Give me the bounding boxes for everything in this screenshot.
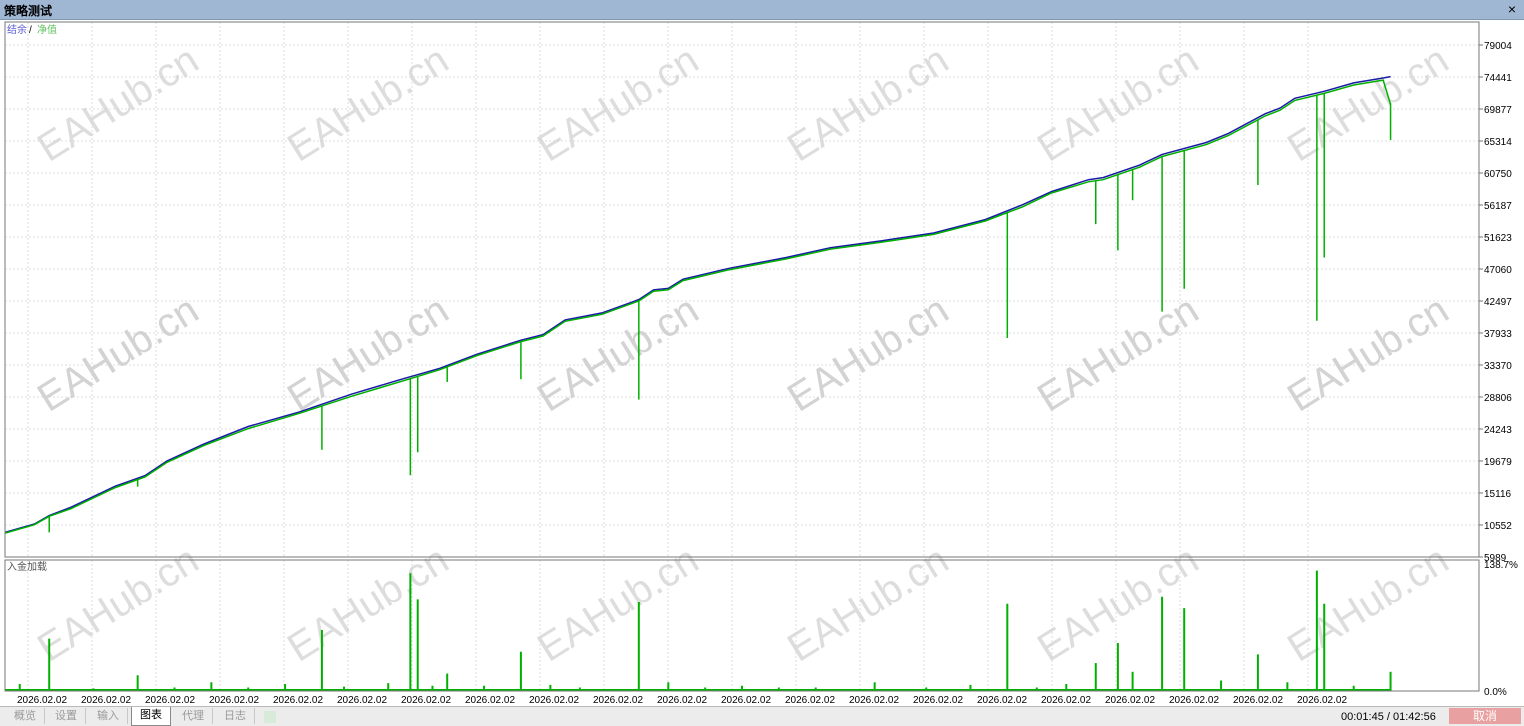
x-tick-label: 2026.02.02 <box>145 695 195 706</box>
x-tick-label: 2026.02.02 <box>1169 695 1219 706</box>
y-tick-label: 65314 <box>1484 137 1512 148</box>
axes: 79004 74441 69877 65314 60750 56187 51623 47060… <box>4 21 1518 706</box>
y-tick-label: 33370 <box>1484 361 1512 372</box>
window-title: 策略测试 <box>4 4 53 18</box>
y-tick-label: 51623 <box>1484 233 1512 244</box>
x-tick-label: 2026.02.02 <box>1233 695 1283 706</box>
cancel-button[interactable]: 取消 <box>1449 708 1521 724</box>
window-titlebar: 策略测试 × <box>0 0 1524 20</box>
x-tick-label: 2026.02.02 <box>81 695 131 706</box>
y-tick-label: 60750 <box>1484 169 1512 180</box>
close-icon[interactable]: × <box>1504 1 1520 17</box>
watermark-text: EAHub.cn <box>30 38 206 171</box>
legend-balance: 结余 <box>7 23 27 36</box>
watermark-text: EAHub.cn <box>1280 538 1456 671</box>
watermark-text: EAHub.cn <box>780 38 956 171</box>
watermark-text: EAHub.cn <box>780 288 956 421</box>
watermark-text: EAHub.cn <box>1030 288 1206 421</box>
lower-y-tick-label: 0.0% <box>1484 687 1507 698</box>
chart-canvas: EAHub.cn EAHub.cn EAHub.cn EAHub.cn EAHub.cn… <box>4 21 1518 706</box>
y-tick-label: 28806 <box>1484 393 1512 404</box>
tab-chart[interactable]: 图表 <box>131 707 171 726</box>
x-tick-label: 2026.02.02 <box>657 695 707 706</box>
x-tick-label: 2026.02.02 <box>1297 695 1347 706</box>
y-tick-label: 10552 <box>1484 521 1512 532</box>
y-tick-label: 74441 <box>1484 73 1512 84</box>
bottom-tab-bar: 概览 设置 输入 图表 代理 日志 00:01:45 / 01:42:56 取消 <box>0 706 1524 726</box>
x-tick-label: 2026.02.02 <box>209 695 259 706</box>
x-tick-label: 2026.02.02 <box>977 695 1027 706</box>
x-tick-label: 2026.02.02 <box>401 695 451 706</box>
x-tick-label: 2026.02.02 <box>529 695 579 706</box>
main-panel-frame <box>4 21 1480 558</box>
watermark-text: EAHub.cn <box>30 538 206 671</box>
legend-separator: / <box>29 25 32 36</box>
x-tick-label: 2026.02.02 <box>273 695 323 706</box>
x-tick-label: 2026.02.02 <box>721 695 771 706</box>
x-tick-label: 2026.02.02 <box>17 695 67 706</box>
watermark-text: EAHub.cn <box>30 288 206 421</box>
x-tick-label: 2026.02.02 <box>785 695 835 706</box>
y-tick-label: 42497 <box>1484 297 1512 308</box>
tab-overflow-indicator <box>264 711 276 723</box>
watermark-text: EAHub.cn <box>1280 288 1456 421</box>
y-tick-label: 15116 <box>1484 489 1512 500</box>
y-tick-label: 79004 <box>1484 41 1512 52</box>
x-tick-label: 2026.02.02 <box>849 695 899 706</box>
lower-y-tick-label: 138.7% <box>1484 560 1518 571</box>
x-tick-label: 2026.02.02 <box>1041 695 1091 706</box>
tab-journal[interactable]: 日志 <box>216 708 255 724</box>
y-tick-label: 37933 <box>1484 329 1512 340</box>
y-tick-label: 47060 <box>1484 265 1512 276</box>
watermark-text: EAHub.cn <box>530 538 706 671</box>
watermark-text: EAHub.cn <box>280 288 456 421</box>
tab-settings[interactable]: 设置 <box>47 708 86 724</box>
watermark-layer: EAHub.cn EAHub.cn EAHub.cn EAHub.cn EAHub.cn… <box>30 38 1456 671</box>
watermark-text: EAHub.cn <box>280 38 456 171</box>
watermark-text: EAHub.cn <box>780 538 956 671</box>
y-tick-label: 56187 <box>1484 201 1512 212</box>
chart-area: EAHub.cn EAHub.cn EAHub.cn EAHub.cn EAHub.cn… <box>0 20 1524 706</box>
tab-agents[interactable]: 代理 <box>174 708 213 724</box>
x-tick-label: 2026.02.02 <box>593 695 643 706</box>
x-tick-label: 2026.02.02 <box>465 695 515 706</box>
x-tick-label: 2026.02.02 <box>913 695 963 706</box>
y-tick-label: 19679 <box>1484 457 1512 468</box>
legend-equity: 净值 <box>37 23 57 36</box>
x-tick-label: 2026.02.02 <box>337 695 387 706</box>
x-tick-label: 2026.02.02 <box>1105 695 1155 706</box>
y-tick-label: 24243 <box>1484 425 1512 436</box>
tab-overview[interactable]: 概览 <box>6 708 45 724</box>
lower-panel-title: 入金加载 <box>7 560 47 573</box>
watermark-text: EAHub.cn <box>280 538 456 671</box>
watermark-text: EAHub.cn <box>530 38 706 171</box>
y-tick-label: 69877 <box>1484 105 1512 116</box>
tab-inputs[interactable]: 输入 <box>89 708 128 724</box>
watermark-text: EAHub.cn <box>1280 38 1456 171</box>
elapsed-timer: 00:01:45 / 01:42:56 <box>1341 711 1436 723</box>
